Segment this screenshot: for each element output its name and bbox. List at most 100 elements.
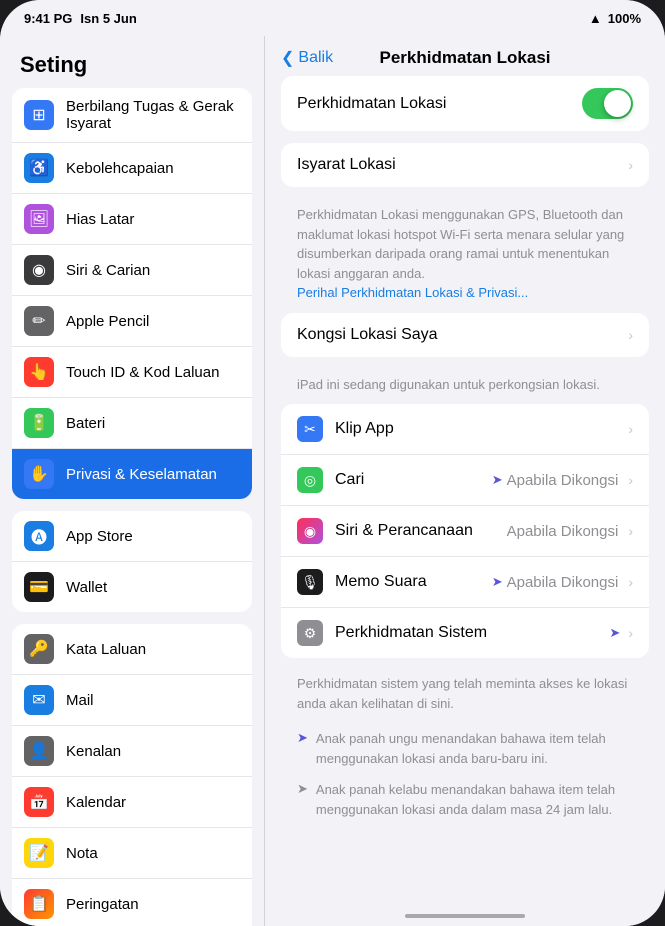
sidebar-item-mail[interactable]: ✉ Mail — [12, 675, 252, 726]
sidebar-item-peringatan[interactable]: 📋 Peringatan — [12, 879, 252, 926]
kalendar-icon: 📅 — [24, 787, 54, 817]
sistem-location-arrow-icon: ➤ — [609, 625, 620, 641]
sidebar: Seting ⊞ Berbilang Tugas & Gerak Isyarat… — [0, 36, 265, 926]
privasi-icon: ✋ — [24, 459, 54, 489]
screen: 9:41 PG Isn 5 Jun ▲ 100% Seting ⊞ Berbil… — [0, 0, 665, 926]
apple-pencil-icon: ✏ — [24, 306, 54, 336]
sidebar-item-privasi[interactable]: ✋ Privasi & Keselamatan — [12, 449, 252, 499]
location-services-row: Perkhidmatan Lokasi — [281, 76, 649, 131]
peringatan-label: Peringatan — [66, 896, 240, 913]
detail-header: ❮ Balik Perkhidmatan Lokasi — [265, 36, 665, 76]
sidebar-item-hias-latar[interactable]: 🖼 Hias Latar — [12, 194, 252, 245]
sidebar-title: Seting — [0, 36, 264, 88]
cari-value: Apabila Dikongsi — [507, 472, 619, 489]
berbilang-tugas-label: Berbilang Tugas & Gerak Isyarat — [66, 98, 240, 132]
isyarat-row[interactable]: Isyarat Lokasi › — [281, 143, 649, 187]
toggle-thumb — [604, 90, 631, 117]
siri-peranc-value: Apabila Dikongsi — [507, 523, 619, 540]
sidebar-item-nota[interactable]: 📝 Nota — [12, 828, 252, 879]
sidebar-item-siri-carian[interactable]: ◉ Siri & Carian — [12, 245, 252, 296]
kongsi-section: Kongsi Lokasi Saya › — [281, 313, 649, 357]
kalendar-label: Kalendar — [66, 794, 240, 811]
status-bar-right: ▲ 100% — [589, 11, 641, 26]
sistem-chevron-icon: › — [628, 625, 633, 641]
privasi-label: Privasi & Keselamatan — [66, 466, 240, 483]
sidebar-item-kalendar[interactable]: 📅 Kalendar — [12, 777, 252, 828]
cari-icon: ◎ — [297, 467, 323, 493]
perkhidmatan-sistem-label: Perkhidmatan Sistem — [335, 624, 609, 642]
back-button[interactable]: ❮ Balik — [281, 48, 333, 68]
kebolehcapaian-icon: ♿ — [24, 153, 54, 183]
wallet-icon: 💳 — [24, 572, 54, 602]
battery-label: 100% — [608, 11, 641, 26]
status-bar-left: 9:41 PG Isn 5 Jun — [24, 11, 137, 26]
memo-suara-row[interactable]: 🎙 Memo Suara ➤ Apabila Dikongsi › — [281, 557, 649, 608]
siri-peranc-icon: ◉ — [297, 518, 323, 544]
sidebar-item-wallet[interactable]: 💳 Wallet — [12, 562, 252, 612]
sidebar-item-touch-id[interactable]: 👆 Touch ID & Kod Laluan — [12, 347, 252, 398]
purple-arrow-icon: ➤ — [297, 730, 308, 746]
memo-chevron-icon: › — [628, 574, 633, 590]
sidebar-item-kenalan[interactable]: 👤 Kenalan — [12, 726, 252, 777]
location-services-label: Perkhidmatan Lokasi — [297, 95, 582, 113]
bottom-bar — [265, 906, 665, 926]
klip-chevron-icon: › — [628, 421, 633, 437]
bateri-label: Bateri — [66, 415, 240, 432]
isyarat-label: Isyarat Lokasi — [297, 156, 624, 174]
purple-note: ➤ Anak panah ungu menandakan bahawa item… — [281, 723, 649, 774]
apple-pencil-label: Apple Pencil — [66, 313, 240, 330]
cari-label: Cari — [335, 471, 492, 489]
sidebar-item-kebolehcapaian[interactable]: ♿ Kebolehcapaian — [12, 143, 252, 194]
siri-carian-icon: ◉ — [24, 255, 54, 285]
location-privacy-link[interactable]: Perihal Perkhidmatan Lokasi & Privasi... — [297, 285, 528, 300]
siri-peranc-label: Siri & Perancanaan — [335, 522, 507, 540]
hias-latar-label: Hias Latar — [66, 211, 240, 228]
siri-peranc-chevron-icon: › — [628, 523, 633, 539]
memo-location-arrow-icon: ➤ — [492, 574, 503, 590]
peringatan-icon: 📋 — [24, 889, 54, 919]
detail-title: Perkhidmatan Lokasi — [379, 48, 550, 68]
kenalan-label: Kenalan — [66, 743, 240, 760]
isyarat-section: Isyarat Lokasi › — [281, 143, 649, 187]
wallet-label: Wallet — [66, 579, 240, 596]
home-indicator — [405, 914, 525, 918]
sidebar-item-kata-laluan[interactable]: 🔑 Kata Laluan — [12, 624, 252, 675]
gray-arrow-icon: ➤ — [297, 781, 308, 797]
sidebar-section-2: 🅐 App Store 💳 Wallet — [12, 511, 252, 612]
mail-label: Mail — [66, 692, 240, 709]
perkhidmatan-sistem-row[interactable]: ⚙ Perkhidmatan Sistem ➤ › — [281, 608, 649, 658]
cari-location-arrow-icon: ➤ — [492, 472, 503, 488]
date: Isn 5 Jun — [80, 11, 136, 26]
status-bar: 9:41 PG Isn 5 Jun ▲ 100% — [0, 0, 665, 36]
cari-chevron-icon: › — [628, 472, 633, 488]
memo-suara-row-label: Memo Suara — [335, 573, 492, 591]
isyarat-chevron-icon: › — [628, 157, 633, 173]
kenalan-icon: 👤 — [24, 736, 54, 766]
klip-app-label: Klip App — [335, 420, 624, 438]
sidebar-section-1: ⊞ Berbilang Tugas & Gerak Isyarat ♿ Kebo… — [12, 88, 252, 499]
berbilang-tugas-icon: ⊞ — [24, 100, 54, 130]
app-store-icon: 🅐 — [24, 521, 54, 551]
nota-icon: 📝 — [24, 838, 54, 868]
klip-app-icon: ✂ — [297, 416, 323, 442]
memo-suara-row-icon: 🎙 — [297, 569, 323, 595]
klip-app-row[interactable]: ✂ Klip App › — [281, 404, 649, 455]
sidebar-item-berbilang-tugas[interactable]: ⊞ Berbilang Tugas & Gerak Isyarat — [12, 88, 252, 143]
gray-note: ➤ Anak panah kelabu menandakan bahawa it… — [281, 774, 649, 825]
hias-latar-icon: 🖼 — [24, 204, 54, 234]
cari-row[interactable]: ◎ Cari ➤ Apabila Dikongsi › — [281, 455, 649, 506]
app-store-label: App Store — [66, 528, 240, 545]
kata-laluan-label: Kata Laluan — [66, 641, 240, 658]
kongsi-row[interactable]: Kongsi Lokasi Saya › — [281, 313, 649, 357]
sidebar-list: ⊞ Berbilang Tugas & Gerak Isyarat ♿ Kebo… — [0, 88, 264, 926]
detail-panel: ❮ Balik Perkhidmatan Lokasi Perkhidmatan… — [265, 36, 665, 926]
mail-icon: ✉ — [24, 685, 54, 715]
sidebar-item-app-store[interactable]: 🅐 App Store — [12, 511, 252, 562]
location-services-toggle[interactable] — [582, 88, 633, 119]
time: 9:41 PG — [24, 11, 72, 26]
sidebar-item-apple-pencil[interactable]: ✏ Apple Pencil — [12, 296, 252, 347]
system-desc: Perkhidmatan sistem yang telah meminta a… — [281, 670, 649, 723]
siri-peranc-row[interactable]: ◉ Siri & Perancanaan Apabila Dikongsi › — [281, 506, 649, 557]
sidebar-item-bateri[interactable]: 🔋 Bateri — [12, 398, 252, 449]
gray-note-text: Anak panah kelabu menandakan bahawa item… — [316, 780, 633, 819]
